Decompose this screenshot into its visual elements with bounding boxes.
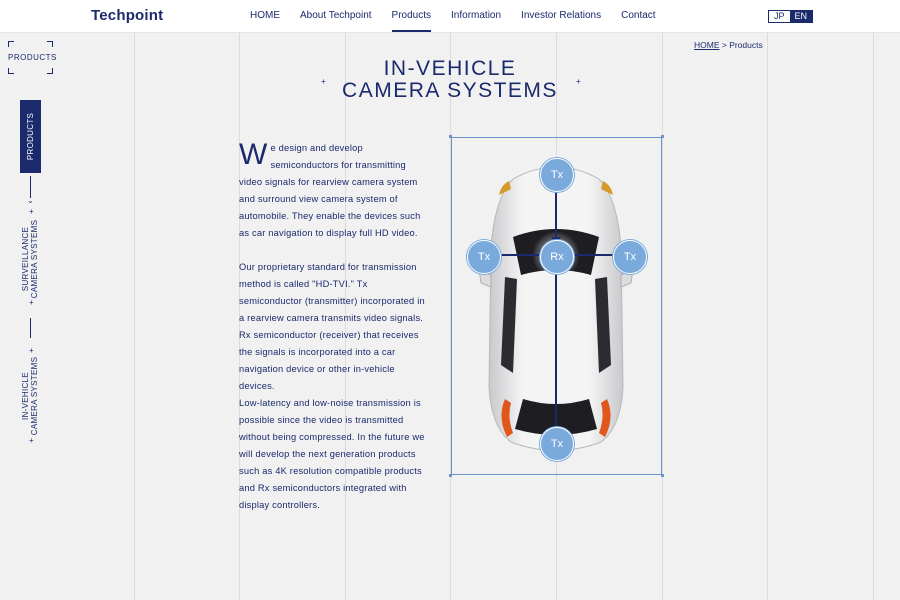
nav-contact[interactable]: Contact bbox=[621, 0, 655, 32]
language-switcher: JP EN bbox=[768, 10, 814, 23]
lang-en-button[interactable]: EN bbox=[789, 11, 813, 22]
breadcrumb-separator: > bbox=[719, 40, 730, 50]
sidebar-tab-label: CAMERA SYSTEMS bbox=[30, 356, 40, 436]
site-header: Techpoint HOME About Techpoint Products … bbox=[0, 0, 900, 33]
breadcrumb-home-link[interactable]: HOME bbox=[694, 40, 720, 50]
paragraph: Low-latency and low-noise transmission i… bbox=[239, 398, 425, 510]
sidebar-tab-products[interactable]: PRODUCTS bbox=[20, 100, 41, 173]
dropcap: W bbox=[239, 138, 268, 171]
sidebar-tab-label: SURVEILLANCE bbox=[21, 226, 31, 292]
lang-jp-button[interactable]: JP bbox=[769, 11, 790, 22]
tx-node-rear: Tx bbox=[540, 427, 574, 461]
paragraph: Our proprietary standard for transmissio… bbox=[239, 262, 425, 391]
sidebar-tab-label: CAMERA SYSTEMS bbox=[30, 219, 40, 299]
sidebar-section-heading: PRODUCTS bbox=[8, 41, 57, 74]
chevron-down-icon: ⌄ bbox=[27, 196, 34, 205]
transmission-diagram: Tx Tx Rx Tx Tx bbox=[449, 135, 664, 477]
nav-about[interactable]: About Techpoint bbox=[300, 0, 372, 32]
sidebar-title: PRODUCTS bbox=[8, 53, 57, 62]
grid-line bbox=[134, 32, 135, 600]
main-nav: HOME About Techpoint Products Informatio… bbox=[250, 0, 676, 32]
sidebar-tab-label: PRODUCTS bbox=[26, 112, 36, 161]
nav-investor-relations[interactable]: Investor Relations bbox=[521, 0, 601, 32]
breadcrumb: HOME > Products bbox=[694, 40, 763, 50]
nav-information[interactable]: Information bbox=[451, 0, 501, 32]
plus-icon: + bbox=[29, 298, 34, 307]
nav-home[interactable]: HOME bbox=[250, 0, 280, 32]
nav-products[interactable]: Products bbox=[391, 0, 432, 32]
plus-icon: + bbox=[321, 77, 326, 86]
description-text: We design and develop semiconductors for… bbox=[239, 140, 429, 514]
plus-icon: + bbox=[576, 77, 581, 86]
sidebar-tab-in-vehicle[interactable]: IN-VEHICLE CAMERA SYSTEMS bbox=[20, 353, 41, 439]
page-title: IN-VEHICLE CAMERA SYSTEMS bbox=[320, 58, 580, 102]
page-title-line: IN-VEHICLE bbox=[383, 57, 517, 80]
tx-node-right: Tx bbox=[613, 240, 647, 274]
grid-line bbox=[662, 32, 663, 600]
sidebar-tab-label: IN-VEHICLE bbox=[21, 372, 31, 420]
plus-icon: + bbox=[29, 436, 34, 445]
grid-line bbox=[767, 32, 768, 600]
tx-node-front: Tx bbox=[540, 158, 574, 192]
sidebar-tab-surveillance[interactable]: SURVEILLANCE CAMERA SYSTEMS bbox=[20, 214, 41, 304]
rx-node: Rx bbox=[540, 240, 574, 274]
tx-node-left: Tx bbox=[467, 240, 501, 274]
breadcrumb-current: Products bbox=[729, 40, 763, 50]
page-title-line: CAMERA SYSTEMS bbox=[342, 79, 558, 102]
sidebar-connector bbox=[30, 318, 31, 338]
sidebar-connector bbox=[30, 176, 31, 198]
site-logo[interactable]: Techpoint bbox=[91, 7, 163, 24]
grid-line bbox=[873, 32, 874, 600]
